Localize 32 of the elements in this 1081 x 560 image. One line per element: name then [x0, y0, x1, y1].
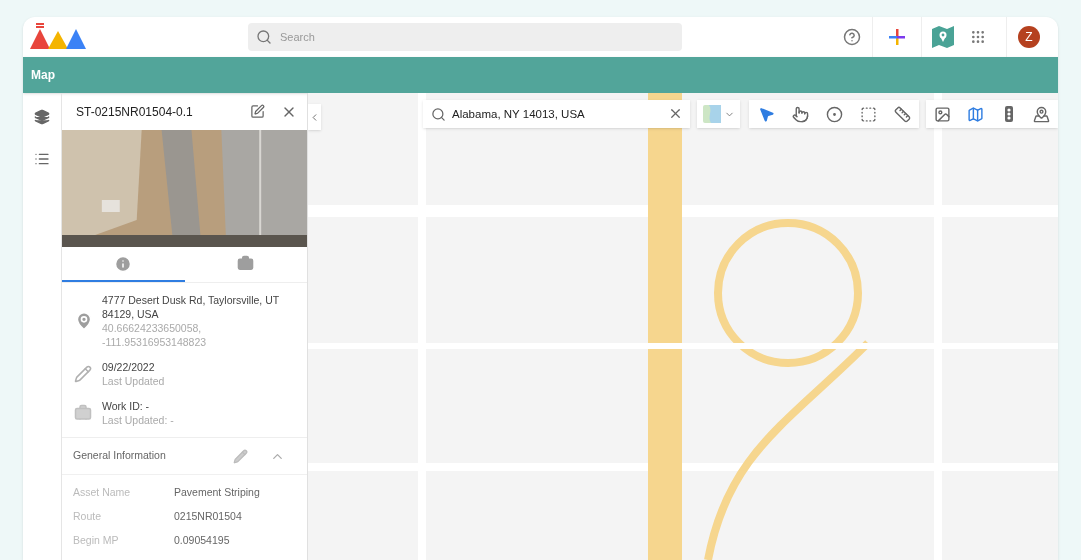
- field-value: 0215NR01504: [174, 509, 242, 523]
- detail-subtext: Last Updated: [102, 374, 166, 388]
- field-value: 0.09054195: [174, 533, 230, 547]
- field-label: Asset Name: [73, 485, 132, 499]
- list-icon: [34, 151, 50, 167]
- plus-icon: [889, 29, 905, 45]
- detail-text: 4777 Desert Dusk Rd, Taylorsville, UT 84129, USA: [102, 293, 280, 321]
- briefcase-icon: [74, 404, 92, 422]
- help-icon: [843, 28, 861, 46]
- briefcase-icon: [237, 255, 255, 272]
- detail-text: Work ID: -: [102, 399, 151, 413]
- page-title: Map: [31, 67, 55, 84]
- section-title: General Information: [73, 448, 167, 464]
- info-icon: [114, 254, 133, 273]
- search-field[interactable]: Search: [248, 23, 682, 51]
- layers-button[interactable]: [32, 107, 52, 127]
- field-value: Pavement Striping: [174, 485, 260, 499]
- detail-subtext: Last Updated: -: [102, 413, 175, 427]
- search-icon: [256, 29, 272, 45]
- map-pin-icon: [931, 25, 955, 49]
- detail-subtext: 40.66624233650058, -111.95316953148823: [102, 321, 208, 349]
- pencil-icon: [74, 365, 92, 383]
- apps-grid-icon: [970, 29, 986, 45]
- field-label: Begin MP: [73, 533, 120, 547]
- detail-text: 09/22/2022: [102, 360, 156, 374]
- layers-icon: [34, 109, 50, 125]
- field-label: Route: [73, 509, 103, 523]
- panel-title: ST-0215NR01504-0.1: [76, 103, 194, 121]
- edit-icon: [250, 104, 265, 119]
- edit-button[interactable]: [250, 104, 265, 119]
- pencil-icon: [233, 448, 248, 464]
- avatar[interactable]: Z: [1018, 26, 1040, 48]
